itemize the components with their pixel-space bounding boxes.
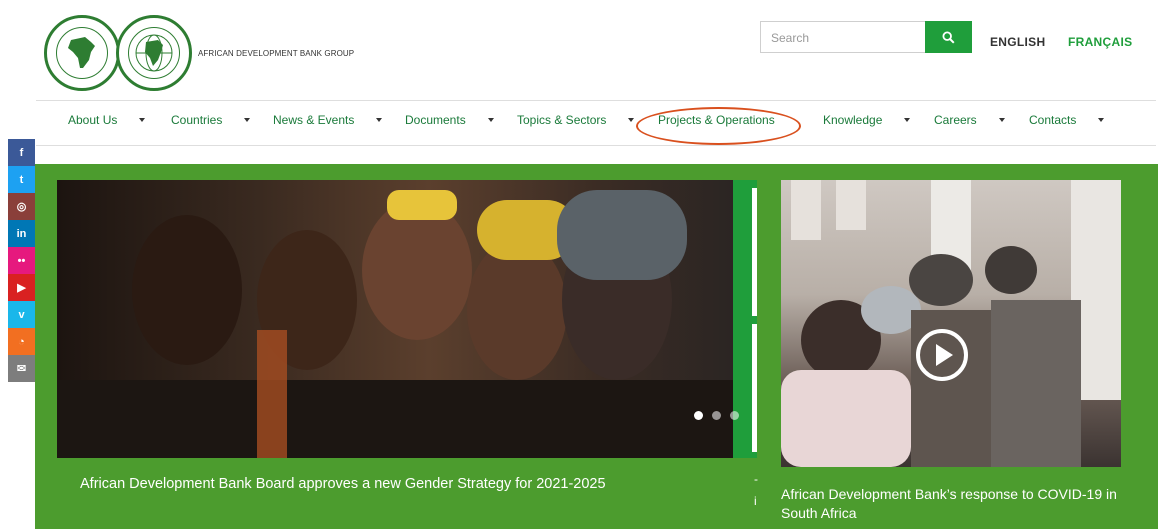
- carousel-dots: [694, 411, 739, 420]
- play-icon: [936, 344, 953, 366]
- caret-down-icon: [1098, 118, 1105, 122]
- nav-item-documents[interactable]: Documents: [405, 113, 494, 127]
- nav-item-news-events[interactable]: News & Events: [273, 113, 383, 127]
- strip-mark-dash: -: [754, 472, 758, 486]
- carousel-dot-2[interactable]: [712, 411, 721, 420]
- nav-item-knowledge[interactable]: Knowledge: [823, 113, 911, 127]
- instagram-icon[interactable]: ◎: [8, 193, 35, 220]
- language-english-link[interactable]: ENGLISH: [990, 35, 1045, 49]
- youtube-icon[interactable]: ▶: [8, 274, 35, 301]
- strip-bar-top: [752, 188, 757, 316]
- carousel-caption-link[interactable]: African Development Bank Board approves …: [80, 476, 606, 492]
- carousel-slide-image[interactable]: [57, 180, 733, 458]
- search-input[interactable]: Search: [760, 21, 926, 53]
- carousel-dot-1[interactable]: [694, 411, 703, 420]
- afdb-seal-logo: [44, 15, 120, 91]
- adf-seal-logo: [116, 15, 192, 91]
- strip-mark-i: i: [754, 494, 757, 508]
- rss-icon[interactable]: ◔: [8, 328, 35, 355]
- video-caption-link[interactable]: African Development Bank’s response to C…: [781, 485, 1131, 523]
- flickr-icon[interactable]: ••: [8, 247, 35, 274]
- strip-bar-bottom: [752, 324, 757, 452]
- search-icon: [942, 30, 955, 44]
- logo-text: AFRICAN DEVELOPMENT BANK GROUP: [198, 48, 355, 58]
- caret-down-icon: [244, 118, 251, 122]
- linkedin-icon[interactable]: in: [8, 220, 35, 247]
- nav-item-countries[interactable]: Countries: [171, 113, 251, 127]
- caret-down-icon: [376, 118, 383, 122]
- language-french-link[interactable]: FRANÇAIS: [1068, 35, 1132, 49]
- caret-down-icon: [904, 118, 911, 122]
- page: AFRICAN DEVELOPMENT BANK GROUP Search EN…: [0, 0, 1158, 529]
- main-nav: About Us Countries News & Events Documen…: [0, 101, 1158, 145]
- twitter-icon[interactable]: t: [8, 166, 35, 193]
- highlight-oval-annotation: [636, 107, 801, 145]
- caret-down-icon: [998, 118, 1005, 122]
- nav-item-contacts[interactable]: Contacts: [1029, 113, 1105, 127]
- nav-item-about-us[interactable]: About Us: [68, 113, 146, 127]
- site-logo[interactable]: AFRICAN DEVELOPMENT BANK GROUP: [44, 12, 354, 94]
- social-sidebar: f t ◎ in •• ▶ v ◔ ✉: [8, 139, 35, 382]
- caret-down-icon: [628, 118, 635, 122]
- play-video-button[interactable]: [916, 329, 968, 381]
- caret-down-icon: [139, 118, 146, 122]
- nav-item-topics-sectors[interactable]: Topics & Sectors: [517, 113, 635, 127]
- vimeo-icon[interactable]: v: [8, 301, 35, 328]
- facebook-icon[interactable]: f: [8, 139, 35, 166]
- video-thumbnail[interactable]: [781, 180, 1121, 467]
- carousel-dot-3[interactable]: [730, 411, 739, 420]
- nav-divider-bottom: [36, 145, 1156, 146]
- email-icon[interactable]: ✉: [8, 355, 35, 382]
- search-button[interactable]: [925, 21, 972, 53]
- nav-item-careers[interactable]: Careers: [934, 113, 1005, 127]
- caret-down-icon: [487, 118, 494, 122]
